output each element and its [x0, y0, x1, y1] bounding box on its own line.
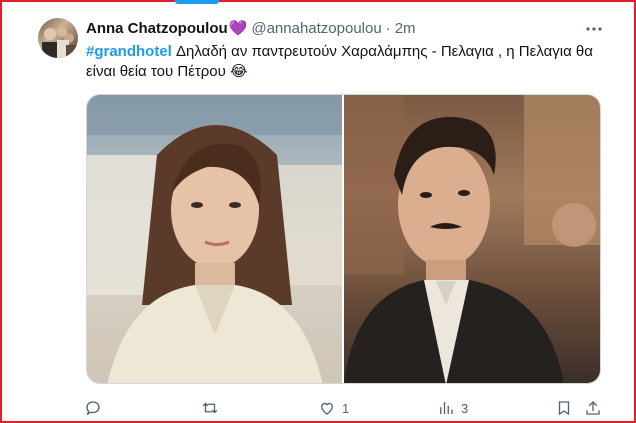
tweet-text-line1: Δηλαδή αν παντρευτούν Χαραλάμπης - Πελαγ…: [171, 43, 593, 60]
reply-button[interactable]: [84, 398, 108, 418]
retweet-button[interactable]: [201, 398, 225, 418]
woman-portrait-image: [87, 95, 342, 383]
retweet-icon: [202, 402, 218, 414]
author-handle[interactable]: @annahatzopoulou: [251, 19, 381, 39]
active-tab-indicator: [175, 0, 219, 4]
timestamp[interactable]: 2m: [395, 19, 416, 39]
share-icon: [586, 401, 600, 415]
views-icon: [440, 402, 453, 414]
author-name[interactable]: Anna Chatzopoulou: [86, 19, 228, 39]
avatar[interactable]: [38, 18, 78, 58]
like-count: 1: [342, 400, 350, 416]
hashtag-link[interactable]: #grandhotel: [86, 43, 172, 60]
tweet-text-line2: είναι θεία του Πέτρου 😂: [86, 63, 248, 80]
tweet-text: #grandhotel Δηλαδή αν παντρευτούν Χαραλά…: [86, 42, 606, 82]
tweet-header: Anna Chatzopoulou 💜 @annahatzopoulou · 2…: [86, 18, 416, 40]
tweet-actions: 1 3: [84, 398, 604, 418]
separator-dot: ·: [385, 20, 391, 37]
media-grid: [86, 94, 601, 384]
purple-heart-icon: 💜: [228, 20, 248, 37]
media-image-man[interactable]: [344, 95, 600, 383]
media-image-woman[interactable]: [87, 95, 342, 383]
more-icon: [586, 27, 602, 31]
like-button[interactable]: 1: [318, 398, 349, 418]
views-button[interactable]: 3: [437, 398, 468, 418]
avatar-image: [42, 27, 78, 58]
reply-icon: [86, 401, 100, 416]
more-options-button[interactable]: [584, 19, 604, 39]
share-button[interactable]: [584, 398, 602, 418]
views-count: 3: [461, 400, 469, 416]
bookmark-button[interactable]: [555, 398, 573, 418]
bookmark-icon: [558, 401, 570, 416]
man-portrait-image: [344, 95, 600, 383]
like-icon: [321, 402, 333, 415]
